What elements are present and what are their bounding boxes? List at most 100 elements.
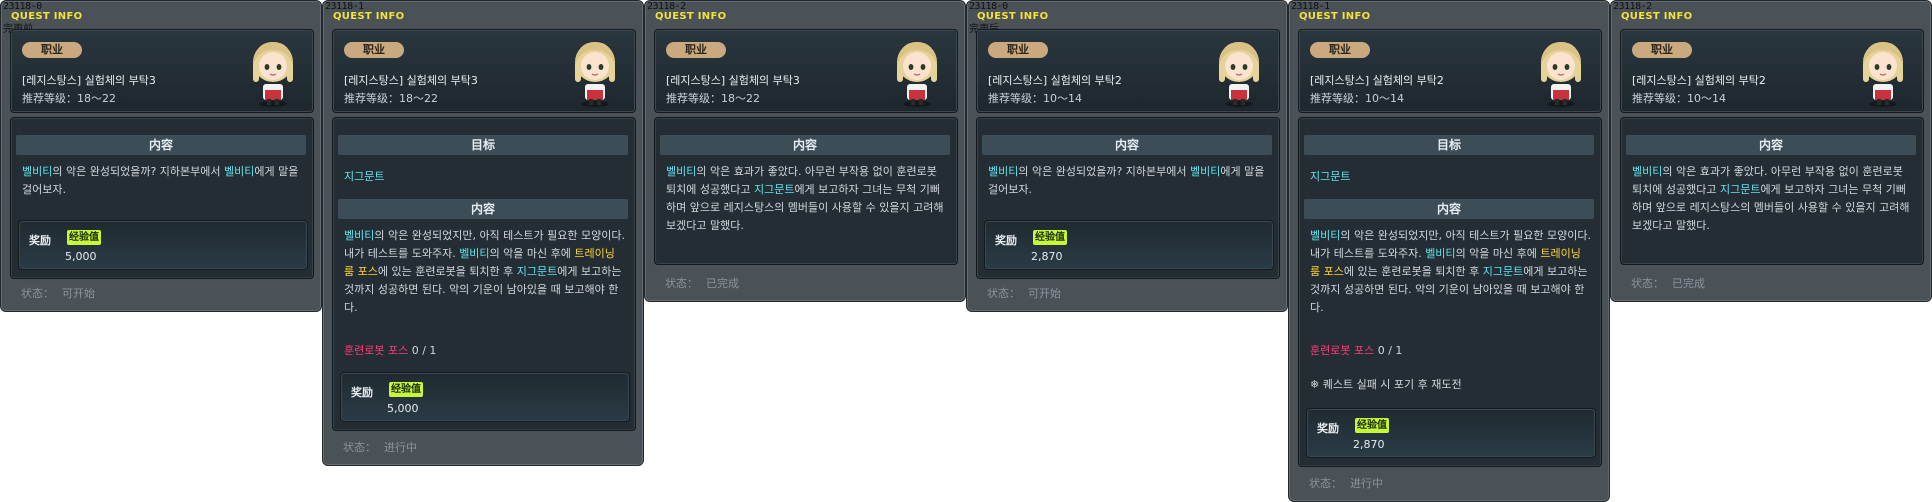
quest-tip: ❄ 퀘스트 실패 시 포기 후 재도전 — [1310, 378, 1462, 391]
npc-name-highlight: 벨비티 — [988, 165, 1019, 178]
required-mob-name: 훈련로봇 포스 — [344, 344, 409, 357]
quest-info-panel: 23118-1 QUEST INFO 职业 [레지스탕스] 실험체의 부탁2 推… — [1288, 0, 1610, 502]
reward-label: 奖励 — [995, 234, 1017, 247]
npc-name-highlight: 지그문트 — [516, 265, 558, 278]
npc-portrait-icon — [897, 42, 937, 107]
recommended-level: 推荐等级：18～22 — [666, 90, 760, 106]
level-label: 推荐等级： — [22, 92, 77, 105]
target-npc-name: 지그문트 — [344, 170, 385, 183]
npc-name-highlight: 벨비티 — [1190, 165, 1221, 178]
reward-exp-value: 2,870 — [1031, 250, 1063, 263]
level-label: 推荐等级： — [988, 92, 1043, 105]
npc-name-highlight: 벨비티 — [459, 247, 490, 260]
npc-name-highlight: 벨비티 — [1310, 229, 1341, 242]
reward-exp-value: 5,000 — [387, 402, 419, 415]
content-text: 벨비티의 악은 완성되었을까? 지하본부에서 벨비티에게 말을 걸어보자. — [988, 163, 1272, 199]
quest-name: [레지스탕스] 실험체의 부탁3 — [22, 74, 156, 87]
required-mob-count: 0 / 1 — [1377, 344, 1403, 357]
recommended-level: 推荐等级：10～14 — [1632, 90, 1726, 106]
content-header: 内容 — [982, 135, 1272, 155]
exp-badge: 经验值 — [67, 230, 101, 245]
content-text-segment: 에 있는 훈련로봇을 퇴치한 후 — [377, 265, 517, 278]
quest-info-panel: 23118-0 QUEST INFO 完更前 职业 [레지스탕스] 실험체의 부… — [0, 0, 322, 312]
quest-body: 内容 벨비티의 악은 완성되었을까? 지하본부에서 벨비티에게 말을 걸어보자.… — [976, 117, 1280, 279]
recommended-level: 推荐等级：10～14 — [1310, 90, 1404, 106]
level-range: 10～14 — [1687, 92, 1726, 105]
npc-name-highlight: 벨비티 — [344, 229, 375, 242]
npc-name-highlight: 벨비티 — [1425, 247, 1456, 260]
content-text-segment: 의 악은 완성되었을까? 지하본부에서 — [1018, 165, 1190, 178]
content-header: 内容 — [1626, 135, 1916, 155]
target-header: 目标 — [1304, 135, 1594, 155]
quest-name: [레지스탕스] 실험체의 부탁2 — [988, 74, 1122, 87]
recommended-level: 推荐等级：18～22 — [22, 90, 116, 106]
quest-header: 职业 [레지스탕스] 실험체의 부탁2 推荐等级：10～14 — [976, 29, 1280, 113]
panel-title: QUEST INFO — [655, 11, 727, 22]
npc-portrait-icon — [1541, 42, 1581, 107]
npc-name-highlight: 벨비티 — [22, 165, 53, 178]
npc-name-highlight: 벨비티 — [666, 165, 697, 178]
content-header: 内容 — [1304, 199, 1594, 219]
level-label: 推荐等级： — [344, 92, 399, 105]
content-text: 벨비티의 악은 완성되었지만, 아직 테스트가 필요한 모양이다. 내가 테스트… — [1310, 227, 1594, 317]
job-badge: 职业 — [988, 42, 1048, 58]
reward-box: 奖励 经验值 5,000 — [18, 220, 308, 270]
level-range: 18～22 — [721, 92, 760, 105]
panel-title: QUEST INFO — [1299, 11, 1371, 22]
npc-name-highlight: 벨비티 — [224, 165, 255, 178]
content-header: 内容 — [338, 199, 628, 219]
required-kill-line: 훈련로봇 포스 0 / 1 — [1310, 342, 1402, 358]
content-text-segment: 의 악을 마신 후에 — [489, 247, 575, 260]
quest-body: 内容 벨비티의 악은 효과가 좋았다. 아무런 부작용 없이 훈련로봇 퇴치에 … — [654, 117, 958, 265]
job-badge: 职业 — [1310, 42, 1370, 58]
quest-name: [레지스탕스] 실험체의 부탁3 — [666, 74, 800, 87]
required-mob-name: 훈련로봇 포스 — [1310, 344, 1375, 357]
npc-portrait-icon — [1219, 42, 1259, 107]
content-header: 内容 — [16, 135, 306, 155]
npc-portrait-icon — [253, 42, 293, 107]
level-label: 推荐等级： — [1310, 92, 1365, 105]
level-label: 推荐等级： — [1632, 92, 1687, 105]
quest-body: 内容 벨비티의 악은 완성되었을까? 지하본부에서 벨비티에게 말을 걸어보자.… — [10, 117, 314, 279]
required-kill-line: 훈련로봇 포스 0 / 1 — [344, 342, 436, 358]
target-npc-name: 지그문트 — [1310, 170, 1351, 183]
npc-portrait-icon — [1863, 42, 1903, 107]
panel-title: QUEST INFO — [333, 11, 405, 22]
quest-body: 目标 지그문트 内容 벨비티의 악은 완성되었지만, 아직 테스트가 필요한 모… — [1298, 117, 1602, 467]
panel-title: QUEST INFO — [977, 11, 1049, 22]
quest-info-panel: 23118-2 QUEST INFO 职业 [레지스탕스] 실험체의 부탁3 推… — [644, 0, 966, 302]
reward-box: 奖励 经验值 2,870 — [984, 220, 1274, 270]
level-range: 18～22 — [399, 92, 438, 105]
quest-header: 职业 [레지스탕스] 실험체의 부탁2 推荐等级：10～14 — [1620, 29, 1924, 113]
npc-name-highlight: 지그문트 — [1719, 183, 1761, 196]
quest-body: 内容 벨비티의 악은 효과가 좋았다. 아무런 부작용 없이 훈련로봇 퇴치에 … — [1620, 117, 1924, 265]
reward-label: 奖励 — [1317, 422, 1339, 435]
target-header: 目标 — [338, 135, 628, 155]
level-range: 10～14 — [1043, 92, 1082, 105]
reward-box: 奖励 经验值 5,000 — [340, 372, 630, 422]
job-badge: 职业 — [22, 42, 82, 58]
job-badge: 职业 — [1632, 42, 1692, 58]
required-mob-count: 0 / 1 — [411, 344, 437, 357]
content-text-segment: 의 악을 마신 후에 — [1455, 247, 1541, 260]
quest-name: [레지스탕스] 실험체의 부탁3 — [344, 74, 478, 87]
quest-status: 状态： 可开始 — [21, 287, 95, 300]
level-range: 10～14 — [1365, 92, 1404, 105]
quest-header: 职业 [레지스탕스] 실험체의 부탁3 推荐等级：18～22 — [332, 29, 636, 113]
job-badge: 职业 — [666, 42, 726, 58]
quest-status: 状态： 已完成 — [665, 277, 739, 290]
level-label: 推荐等级： — [666, 92, 721, 105]
content-text-segment: 에 있는 훈련로봇을 퇴치한 후 — [1343, 265, 1483, 278]
reward-box: 奖励 经验值 2,870 — [1306, 408, 1596, 458]
reward-label: 奖励 — [351, 386, 373, 399]
content-text: 벨비티의 악은 완성되었을까? 지하본부에서 벨비티에게 말을 걸어보자. — [22, 163, 306, 199]
recommended-level: 推荐等级：10～14 — [988, 90, 1082, 106]
level-range: 18～22 — [77, 92, 116, 105]
content-text: 벨비티의 악은 완성되었지만, 아직 테스트가 필요한 모양이다. 내가 테스트… — [344, 227, 628, 317]
panel-title: QUEST INFO — [11, 11, 83, 22]
content-text: 벨비티의 악은 효과가 좋았다. 아무런 부작용 없이 훈련로봇 퇴치에 성공했… — [1632, 163, 1916, 235]
quest-header: 职业 [레지스탕스] 실험체의 부탁3 推荐等级：18～22 — [10, 29, 314, 113]
job-badge: 职业 — [344, 42, 404, 58]
quest-name: [레지스탕스] 실험체의 부탁2 — [1310, 74, 1444, 87]
npc-name-highlight: 지그문트 — [753, 183, 795, 196]
